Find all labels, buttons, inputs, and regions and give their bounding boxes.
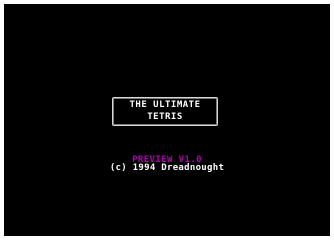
game-screen: THE ULTIMATE TETRIS PREVIEW V1.0 (c) 199… [4,4,330,236]
game-title-line-2: TETRIS [147,112,183,122]
game-title-line-1: THE ULTIMATE [129,100,201,110]
title-box: THE ULTIMATE TETRIS [112,97,218,126]
copyright-notice: (c) 1994 Dreadnought [109,163,225,173]
